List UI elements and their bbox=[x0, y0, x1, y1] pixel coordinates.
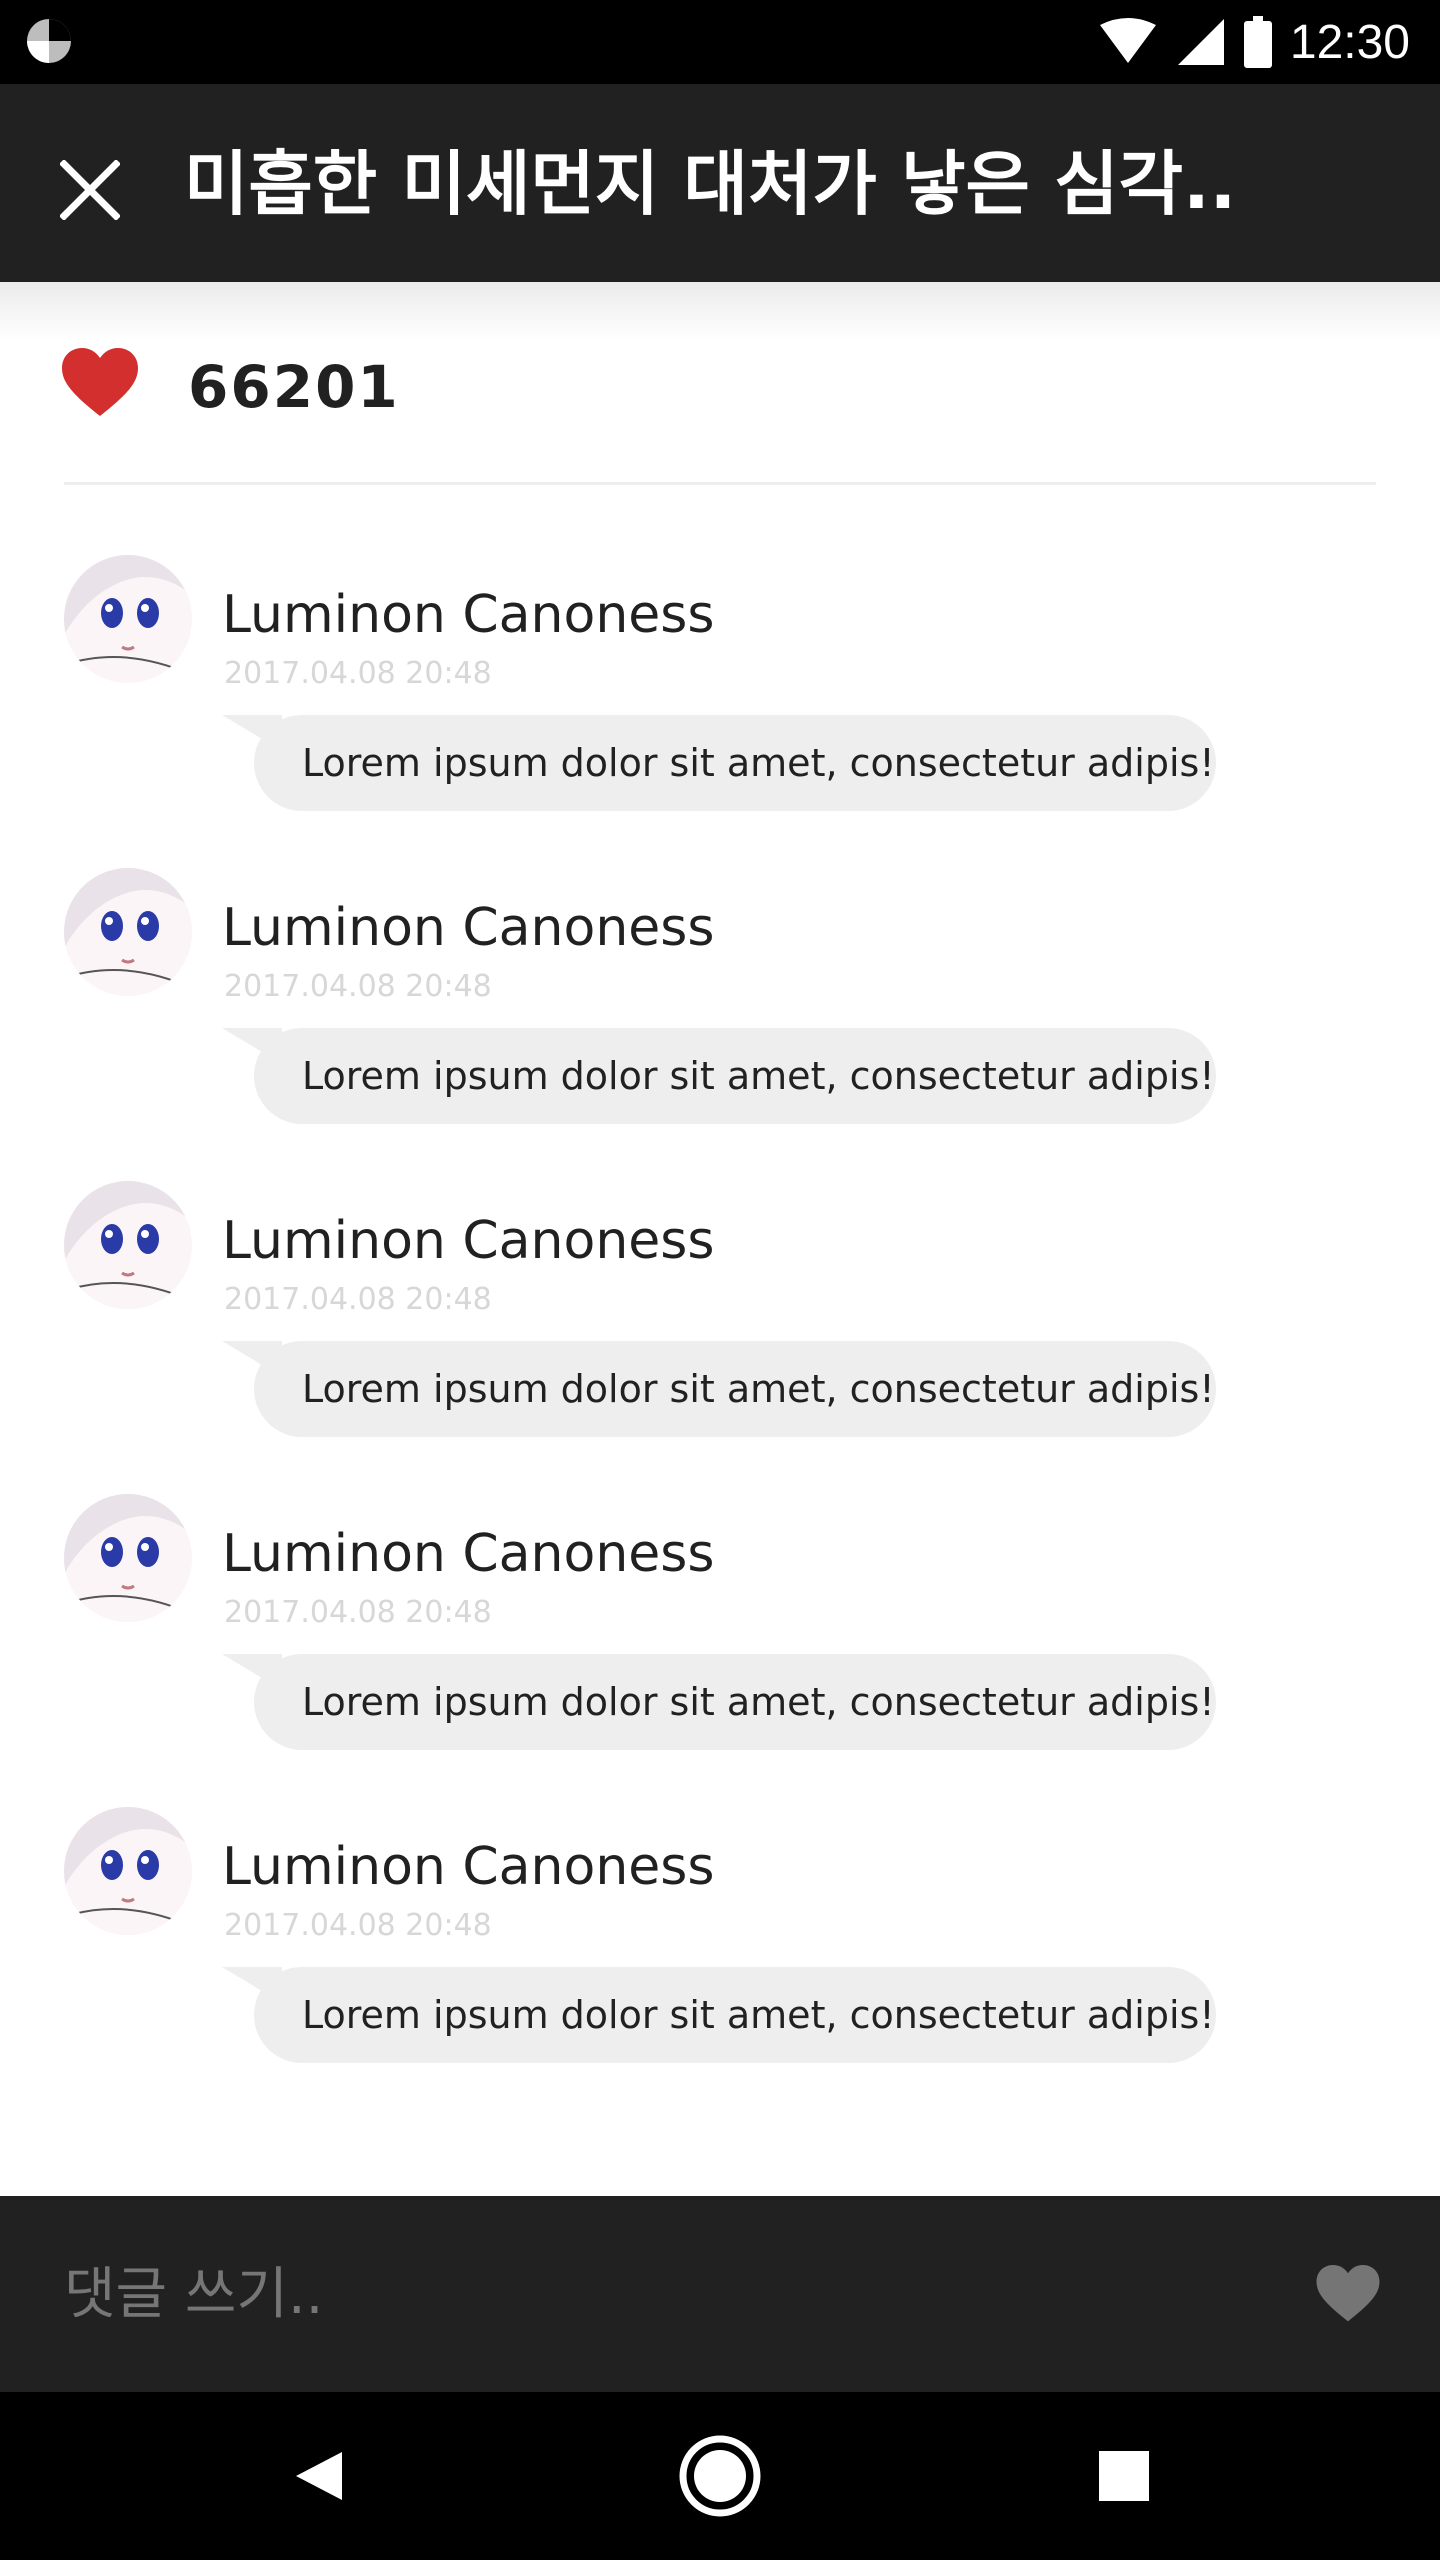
close-icon bbox=[60, 160, 120, 220]
like-button[interactable] bbox=[1310, 2256, 1386, 2332]
home-icon bbox=[679, 2435, 761, 2517]
home-button[interactable] bbox=[670, 2426, 770, 2526]
navigation-bar bbox=[0, 2392, 1440, 2560]
comment-input[interactable] bbox=[62, 2236, 1242, 2352]
cell-signal-icon bbox=[1177, 19, 1224, 65]
avatar-image bbox=[64, 868, 192, 996]
avatar[interactable] bbox=[64, 1181, 192, 1309]
comment-timestamp: 2017.04.08 20:48 bbox=[224, 656, 492, 691]
comment-timestamp: 2017.04.08 20:48 bbox=[224, 1282, 492, 1317]
comment-composer bbox=[0, 2196, 1440, 2392]
avatar[interactable] bbox=[64, 555, 192, 683]
comment-item: Luminon Canoness 2017.04.08 20:48 Lorem … bbox=[0, 1424, 1440, 1750]
comment-timestamp: 2017.04.08 20:48 bbox=[224, 1908, 492, 1943]
avatar[interactable] bbox=[64, 1807, 192, 1935]
avatar-image bbox=[64, 1494, 192, 1622]
page-title: 미흡한 미세먼지 대처가 낳은 심각.. bbox=[184, 143, 1237, 225]
comment-item: Luminon Canoness 2017.04.08 20:48 Lorem … bbox=[0, 1737, 1440, 2063]
likes-count: 66201 bbox=[188, 353, 400, 421]
avatar-image bbox=[64, 1807, 192, 1935]
back-icon bbox=[296, 2452, 342, 2500]
comment-item: Luminon Canoness 2017.04.08 20:48 Lorem … bbox=[0, 485, 1440, 811]
status-bar: 12:30 bbox=[0, 0, 1440, 84]
comment-item: Luminon Canoness 2017.04.08 20:48 Lorem … bbox=[0, 798, 1440, 1124]
comment-item: Luminon Canoness 2017.04.08 20:48 Lorem … bbox=[0, 1111, 1440, 1437]
back-button[interactable] bbox=[268, 2426, 368, 2526]
comment-bubble: Lorem ipsum dolor sit amet, consectetur … bbox=[254, 1028, 1216, 1124]
status-time: 12:30 bbox=[1289, 15, 1410, 69]
comment-bubble: Lorem ipsum dolor sit amet, consectetur … bbox=[254, 1967, 1216, 2063]
app-notification-icon bbox=[27, 19, 71, 63]
avatar[interactable] bbox=[64, 868, 192, 996]
comment-bubble: Lorem ipsum dolor sit amet, consectetur … bbox=[254, 1341, 1216, 1437]
avatar[interactable] bbox=[64, 1494, 192, 1622]
recents-icon bbox=[1099, 2451, 1149, 2501]
avatar-image bbox=[64, 555, 192, 683]
close-button[interactable] bbox=[40, 140, 140, 240]
heart-icon bbox=[1316, 2265, 1380, 2322]
heart-icon[interactable] bbox=[62, 348, 138, 418]
comment-timestamp: 2017.04.08 20:48 bbox=[224, 969, 492, 1004]
comment-bubble: Lorem ipsum dolor sit amet, consectetur … bbox=[254, 1654, 1216, 1750]
comment-author[interactable]: Luminon Canoness bbox=[222, 1524, 714, 1584]
app-bar: 미흡한 미세먼지 대처가 낳은 심각.. bbox=[0, 84, 1440, 282]
comment-author[interactable]: Luminon Canoness bbox=[222, 1837, 714, 1897]
comment-timestamp: 2017.04.08 20:48 bbox=[224, 1595, 492, 1630]
wifi-icon bbox=[1099, 18, 1156, 63]
comment-author[interactable]: Luminon Canoness bbox=[222, 1211, 714, 1271]
comment-author[interactable]: Luminon Canoness bbox=[222, 898, 714, 958]
recents-button[interactable] bbox=[1074, 2426, 1174, 2526]
avatar-image bbox=[64, 1181, 192, 1309]
likes-row: 66201 bbox=[0, 282, 1440, 482]
battery-icon bbox=[1243, 16, 1272, 68]
comment-author[interactable]: Luminon Canoness bbox=[222, 585, 714, 645]
comment-bubble: Lorem ipsum dolor sit amet, consectetur … bbox=[254, 715, 1216, 811]
